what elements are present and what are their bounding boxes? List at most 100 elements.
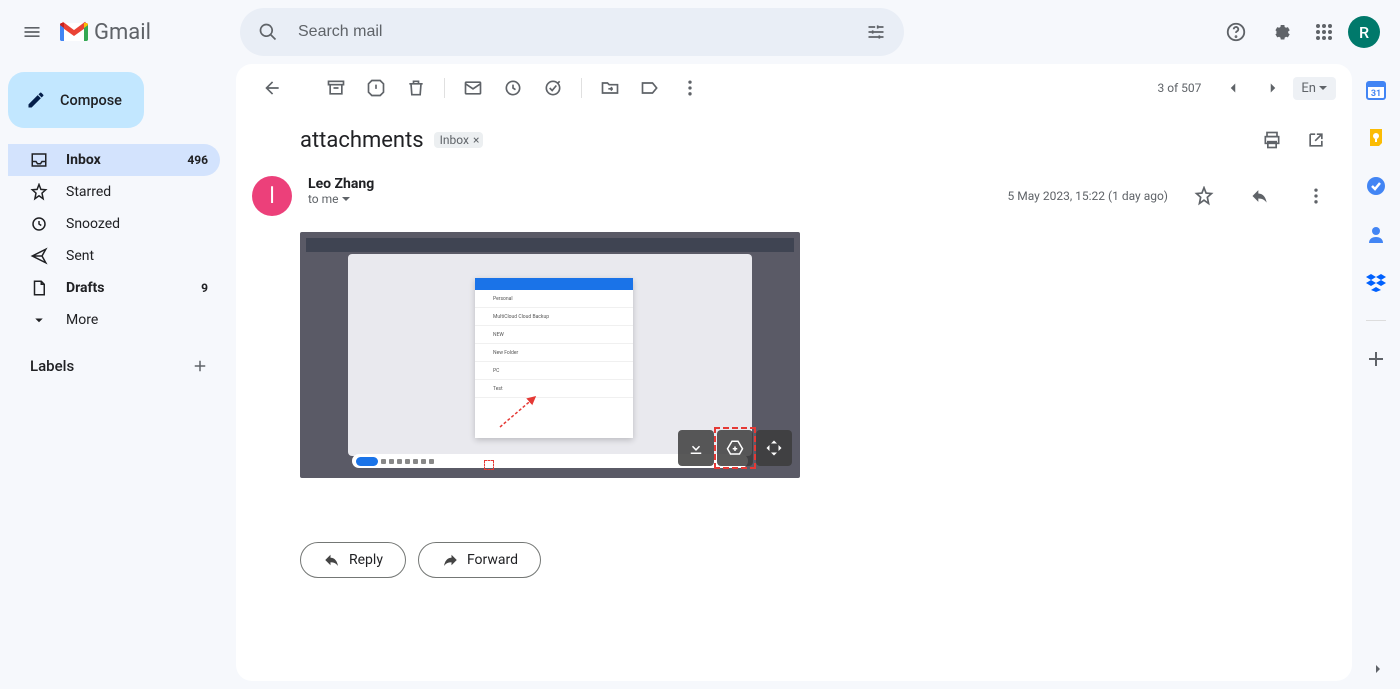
chevron-left-icon — [1224, 79, 1242, 97]
archive-button[interactable] — [316, 68, 356, 108]
side-panel: 31 — [1352, 64, 1400, 689]
sidebar-item-sent[interactable]: Sent — [8, 240, 220, 272]
label-chip[interactable]: Inbox × — [434, 132, 484, 148]
email-subject: attachments — [300, 128, 424, 153]
older-button[interactable] — [1253, 68, 1293, 108]
screenshot-file-row: Test — [475, 380, 633, 398]
settings-button[interactable] — [1260, 12, 1300, 52]
back-button[interactable] — [252, 68, 292, 108]
add-to-drive-button[interactable] — [717, 430, 753, 466]
add-task-button[interactable] — [533, 68, 573, 108]
main-area: Compose Inbox496 Starred Snoozed Sent Drafts… — [0, 64, 1400, 689]
sender-row: l Leo Zhang to me 5 May 2023, 15:22 (1 d… — [236, 168, 1352, 224]
search-button[interactable] — [248, 12, 288, 52]
reply-icon-button[interactable] — [1240, 176, 1280, 216]
compose-label: Compose — [60, 92, 122, 109]
recipient-dropdown[interactable]: to me — [308, 192, 992, 206]
email-header-actions: 5 May 2023, 15:22 (1 day ago) — [1008, 176, 1336, 216]
spam-icon — [366, 78, 386, 98]
remove-label-icon[interactable]: × — [473, 133, 479, 147]
labels-section-header: Labels — [8, 336, 236, 380]
account-avatar[interactable]: R — [1348, 16, 1380, 48]
forward-label: Forward — [467, 552, 518, 568]
get-addons-button[interactable] — [1366, 349, 1386, 369]
more-button[interactable] — [670, 68, 710, 108]
reply-button[interactable]: Reply — [300, 542, 406, 578]
dropbox-app-icon[interactable] — [1366, 272, 1386, 292]
screenshot-dropbox-dialog: PersonalMultiCloud Cloud BackupNEWNew Fo… — [475, 278, 633, 438]
sidebar-item-snoozed[interactable]: Snoozed — [8, 208, 220, 240]
attachment-image[interactable]: PersonalMultiCloud Cloud BackupNEWNew Fo… — [300, 232, 800, 478]
sidebar-item-starred[interactable]: Starred — [8, 176, 220, 208]
toolbar-separator — [444, 78, 445, 98]
sidebar-item-label: More — [66, 312, 208, 328]
screenshot-header-bar — [306, 238, 794, 252]
apps-icon — [1315, 23, 1333, 41]
download-icon — [687, 439, 705, 457]
download-attachment-button[interactable] — [678, 430, 714, 466]
email-more-button[interactable] — [1296, 176, 1336, 216]
subject-row: attachments Inbox × — [236, 112, 1352, 168]
more-icon — [30, 311, 48, 329]
search-input[interactable] — [296, 22, 848, 42]
add-label-button[interactable] — [186, 352, 214, 380]
app-header: Gmail R — [0, 0, 1400, 64]
gmail-logo[interactable]: Gmail — [60, 20, 151, 45]
star-button[interactable] — [1184, 176, 1224, 216]
search-bar[interactable] — [240, 8, 904, 56]
folder-move-icon — [600, 78, 620, 98]
expand-side-panel-button[interactable] — [1370, 661, 1386, 677]
mail-icon — [463, 78, 483, 98]
hamburger-icon — [22, 22, 42, 42]
compose-button[interactable]: Compose — [8, 72, 144, 128]
open-new-window-button[interactable] — [1296, 120, 1336, 160]
labels-title: Labels — [30, 357, 74, 375]
trash-icon — [406, 78, 426, 98]
reply-icon — [1250, 186, 1270, 206]
drive-add-icon — [726, 439, 744, 457]
sender-avatar[interactable]: l — [252, 176, 292, 216]
move-to-button[interactable] — [590, 68, 630, 108]
sidebar-item-label: Starred — [66, 184, 208, 200]
chevron-right-icon — [1264, 79, 1282, 97]
labels-button[interactable] — [630, 68, 670, 108]
popout-icon — [1306, 130, 1326, 150]
print-icon — [1262, 130, 1282, 150]
tasks-app-icon[interactable] — [1366, 176, 1386, 196]
search-options-button[interactable] — [856, 12, 896, 52]
sidebar-item-label: Sent — [66, 248, 208, 264]
clock-icon — [503, 78, 523, 98]
more-vert-icon — [1306, 186, 1326, 206]
newer-button[interactable] — [1213, 68, 1253, 108]
sender-meta: Leo Zhang to me — [308, 176, 992, 206]
delete-button[interactable] — [396, 68, 436, 108]
sidebar-item-drafts[interactable]: Drafts9 — [8, 272, 220, 304]
sender-name[interactable]: Leo Zhang — [308, 176, 992, 192]
screenshot-file-row: PC — [475, 362, 633, 380]
keep-app-icon[interactable] — [1366, 128, 1386, 148]
help-icon — [1225, 21, 1247, 43]
email-body: PersonalMultiCloud Cloud BackupNEWNew Fo… — [236, 224, 1352, 494]
snooze-button[interactable] — [493, 68, 533, 108]
sidebar-item-label: Snoozed — [66, 216, 208, 232]
lang-label: En — [1301, 81, 1316, 96]
main-menu-button[interactable] — [8, 8, 56, 56]
sidebar-item-more[interactable]: More — [8, 304, 220, 336]
task-icon — [543, 78, 563, 98]
apps-button[interactable] — [1304, 12, 1344, 52]
sidebar-item-label: Drafts — [66, 280, 183, 296]
star-icon — [1194, 186, 1214, 206]
screenshot-file-row: NEW — [475, 326, 633, 344]
print-button[interactable] — [1252, 120, 1292, 160]
screenshot-file-row: Personal — [475, 290, 633, 308]
input-method-button[interactable]: En — [1293, 77, 1336, 100]
support-button[interactable] — [1216, 12, 1256, 52]
more-vert-icon — [680, 78, 700, 98]
calendar-app-icon[interactable]: 31 — [1366, 80, 1386, 100]
contacts-app-icon[interactable] — [1366, 224, 1386, 244]
forward-button[interactable]: Forward — [418, 542, 541, 578]
report-spam-button[interactable] — [356, 68, 396, 108]
save-to-photos-button[interactable] — [756, 430, 792, 466]
mark-unread-button[interactable] — [453, 68, 493, 108]
sidebar-item-inbox[interactable]: Inbox496 — [8, 144, 220, 176]
